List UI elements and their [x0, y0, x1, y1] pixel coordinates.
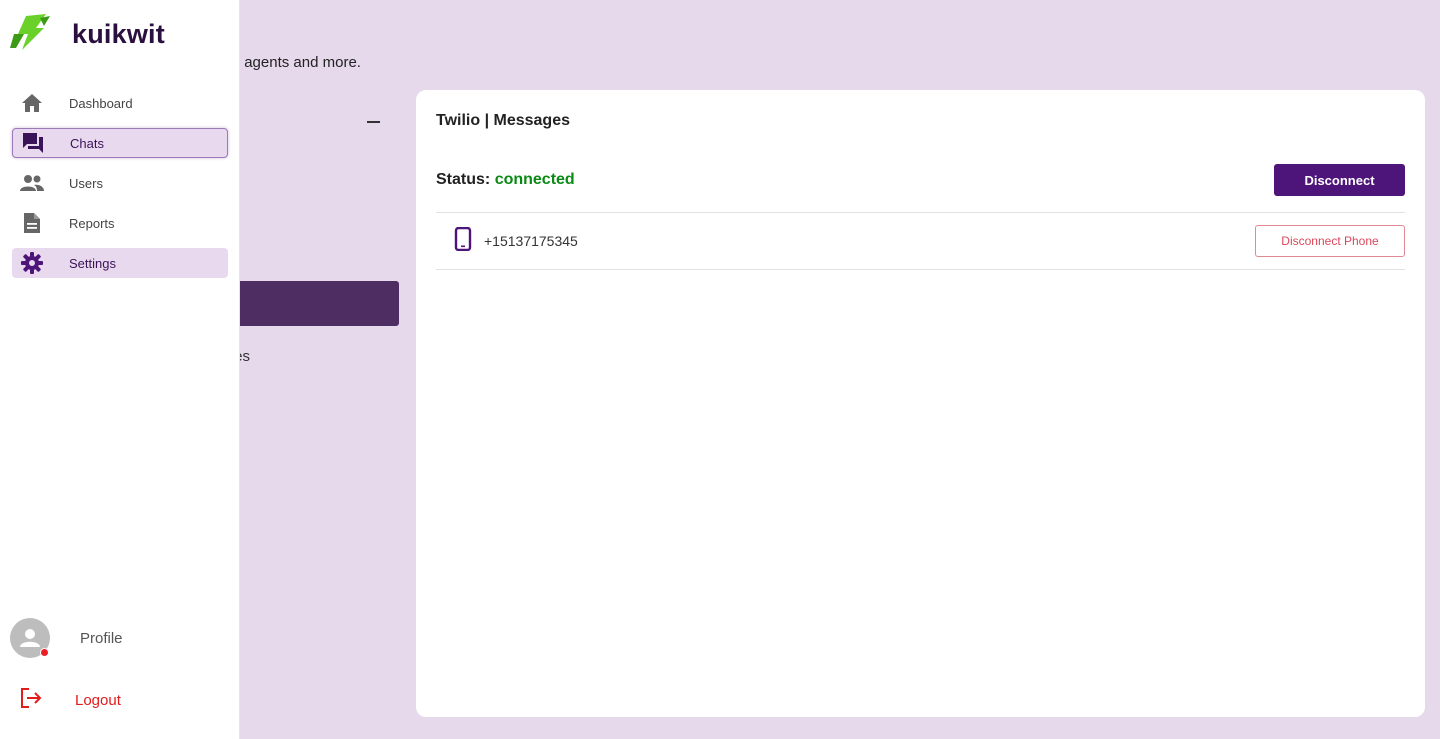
sidebar-item-label: Users [69, 175, 103, 191]
profile-link[interactable]: Profile [10, 618, 123, 658]
document-icon [20, 211, 44, 235]
status-row: Status: connected Disconnect [436, 164, 1405, 213]
disconnect-button[interactable]: Disconnect [1274, 164, 1405, 196]
status-dot [40, 648, 49, 657]
sidebar-item-users[interactable]: Users [12, 168, 228, 198]
profile-label: Profile [80, 629, 123, 647]
users-icon [20, 171, 44, 195]
logout-icon [20, 688, 42, 713]
sidebar-nav: Dashboard Chats Users Reports Settings [12, 88, 228, 288]
sidebar-item-reports[interactable]: Reports [12, 208, 228, 238]
sidebar-item-label: Chats [70, 135, 104, 151]
collapse-button[interactable] [366, 112, 380, 132]
phone-info: +15137175345 [454, 226, 578, 256]
status-value: connected [494, 171, 575, 188]
sidebar-item-label: Settings [69, 255, 116, 271]
sidebar-item-chats[interactable]: Chats [12, 128, 228, 158]
person-icon [20, 629, 40, 647]
logout-button[interactable]: Logout [20, 688, 121, 713]
chat-icon [21, 131, 45, 155]
home-icon [20, 91, 44, 115]
disconnect-phone-button[interactable]: Disconnect Phone [1255, 225, 1405, 257]
status-label: Status: [436, 171, 491, 188]
avatar [10, 618, 50, 658]
sidebar-item-label: Dashboard [69, 95, 133, 111]
sidebar-item-settings[interactable]: Settings [12, 248, 228, 278]
phone-row: +15137175345 Disconnect Phone [436, 213, 1405, 270]
brand-logo[interactable]: kuikwit [10, 14, 165, 55]
card-title: Twilio | Messages [436, 112, 570, 129]
smartphone-icon [454, 226, 472, 256]
sidebar-item-dashboard[interactable]: Dashboard [12, 88, 228, 118]
phone-number: +15137175345 [484, 233, 578, 249]
status-text: Status: connected [436, 171, 575, 189]
logout-label: Logout [75, 692, 121, 709]
twilio-messages-card: Twilio | Messages Status: connected Disc… [416, 90, 1425, 717]
minus-icon [366, 121, 380, 123]
sidebar: kuikwit Dashboard Chats Users Reports Se… [0, 0, 240, 739]
brand-name: kuikwit [72, 19, 165, 49]
sidebar-item-label: Reports [69, 215, 115, 231]
lightning-bolt-icon [10, 14, 52, 55]
gear-icon [20, 251, 44, 275]
